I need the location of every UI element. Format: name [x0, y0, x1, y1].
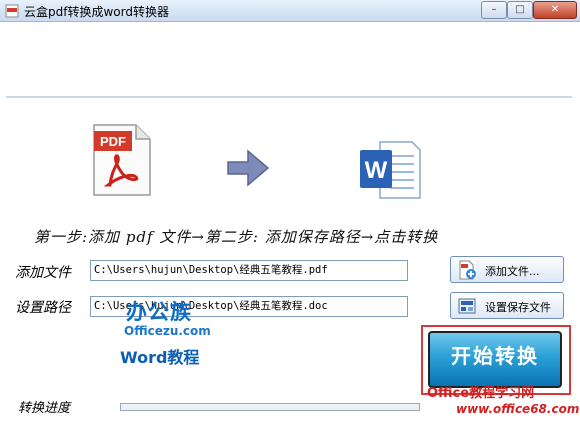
- svg-text:W: W: [365, 157, 388, 184]
- watermark-brand-url: Officezu.com: [124, 324, 211, 338]
- word-file-icon: W: [360, 141, 421, 199]
- minimize-button[interactable]: –: [481, 1, 507, 19]
- step-instructions: 第一步:添加 pdf 文件→第二步: 添加保存路径→点击转换: [34, 228, 439, 246]
- start-convert-button[interactable]: 开始转换: [428, 331, 562, 388]
- watermark-site-name: Office教程学习网: [427, 386, 535, 401]
- window-title: 云盒pdf转换成word转换器: [24, 5, 169, 19]
- conversion-progress-bar: [120, 403, 420, 411]
- pdf-file-icon: PDF: [93, 124, 151, 196]
- add-file-button-label: 添加文件...: [485, 265, 540, 278]
- right-arrow-icon: [227, 149, 270, 187]
- add-file-label: 添加文件: [15, 265, 71, 281]
- title-bar: 云盒pdf转换成word转换器 – □ ✕: [0, 0, 580, 22]
- watermark-brand: 办公族: [126, 300, 192, 324]
- add-file-icon: [459, 260, 476, 280]
- maximize-button[interactable]: □: [507, 1, 533, 19]
- add-file-input[interactable]: C:\Users\hujun\Desktop\经典五笔教程.pdf: [90, 260, 408, 281]
- watermark-site-url: www.office68.com: [456, 402, 580, 416]
- watermark-brand-sub: Word教程: [120, 348, 200, 367]
- set-save-file-button-label: 设置保存文件: [485, 301, 551, 314]
- svg-text:PDF: PDF: [100, 134, 126, 149]
- save-settings-icon: [458, 298, 476, 314]
- add-file-button[interactable]: 添加文件...: [450, 256, 564, 283]
- app-icon: [5, 4, 19, 18]
- progress-label: 转换进度: [18, 401, 71, 416]
- save-path-label: 设置路径: [15, 300, 71, 316]
- set-save-file-button[interactable]: 设置保存文件: [450, 292, 564, 319]
- close-button[interactable]: ✕: [533, 1, 577, 19]
